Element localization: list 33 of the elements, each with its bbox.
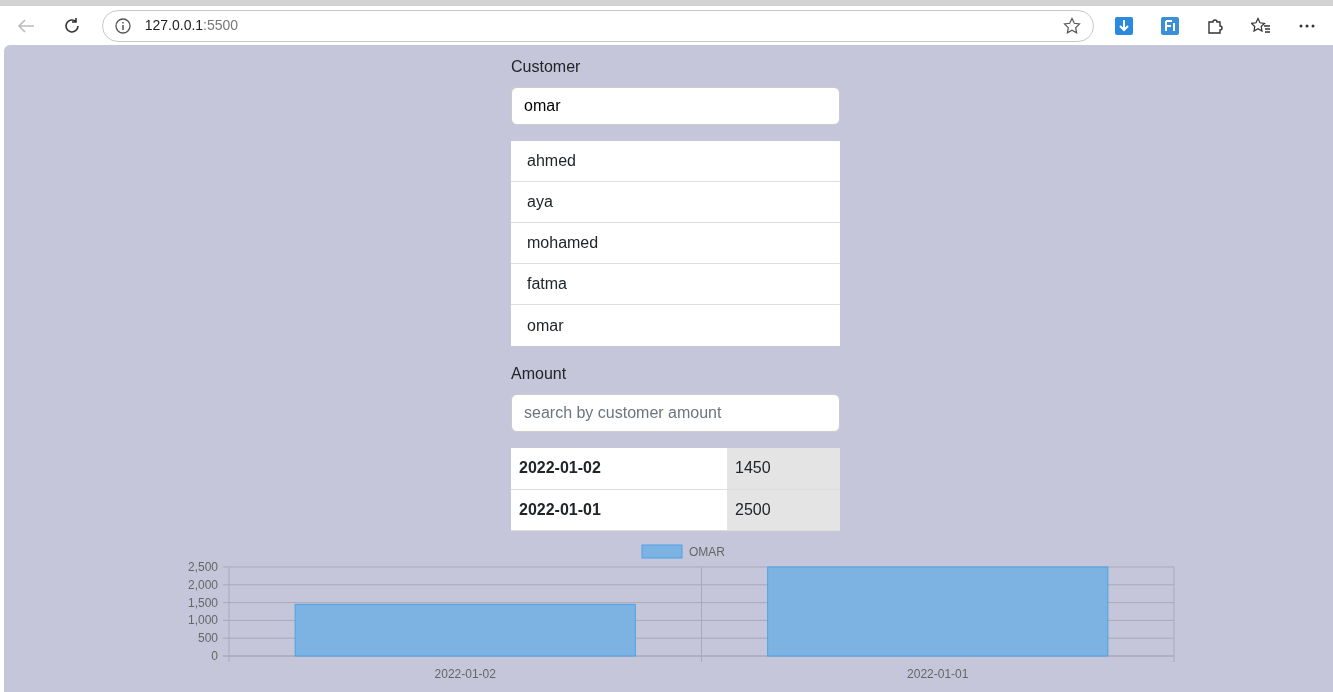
field-label: Customer <box>511 57 582 77</box>
ellipsis-icon <box>1299 23 1316 28</box>
date-cell: 2022-01-02 <box>511 448 727 489</box>
x-tick-label: 2022-01-02 <box>434 666 496 681</box>
y-tick-label: 2,000 <box>187 577 218 592</box>
legend-label: OMAR <box>689 544 725 559</box>
customer-list-item[interactable]: mohamed <box>511 223 840 264</box>
x-tick-label: 2022-01-01 <box>907 666 969 681</box>
date-cell: 2022-01-01 <box>511 489 727 530</box>
y-tick-label: 1,500 <box>187 595 218 610</box>
field-label: Amount <box>511 364 568 384</box>
customer-list-item[interactable]: ahmed <box>511 141 840 182</box>
favorites-icon <box>1251 16 1272 35</box>
y-tick-label: 500 <box>197 630 218 645</box>
back-arrow-icon <box>16 17 35 34</box>
reload-icon <box>62 16 81 35</box>
url-port: :5500 <box>203 16 239 35</box>
customer-input[interactable]: omar <box>511 87 840 125</box>
customer-list-item[interactable]: aya <box>511 182 840 223</box>
y-tick-label: 2,500 <box>187 559 218 574</box>
download-icon <box>1114 16 1133 35</box>
customer-list-item[interactable]: fatma <box>511 264 840 305</box>
customer-list-item[interactable]: omar <box>511 305 840 346</box>
amount-input[interactable]: search by customer amount <box>511 394 840 432</box>
puzzle-icon <box>1206 16 1225 35</box>
amount-cell: 1450 <box>727 448 840 489</box>
info-icon <box>114 17 131 34</box>
y-tick-label: 1,000 <box>187 612 218 627</box>
url-host: 127.0.0.1 <box>144 16 204 35</box>
star-icon[interactable] <box>1062 16 1081 35</box>
y-tick-label: 0 <box>211 648 218 663</box>
amount-cell: 2500 <box>727 489 840 530</box>
extension-badge-icon <box>1160 16 1179 35</box>
